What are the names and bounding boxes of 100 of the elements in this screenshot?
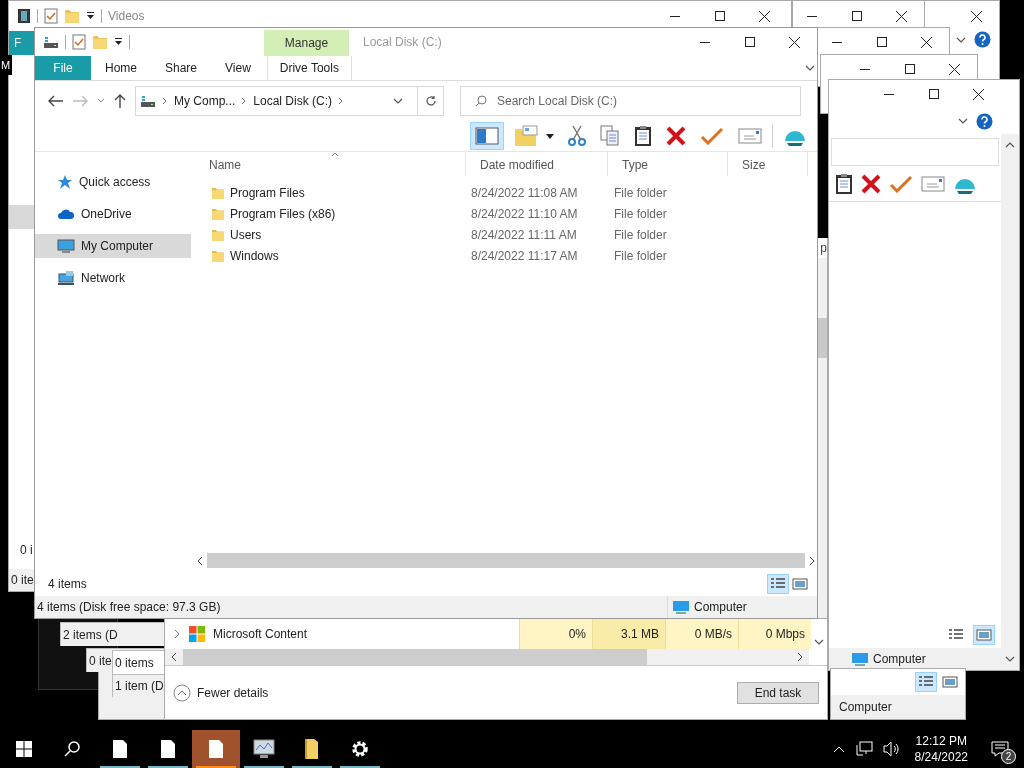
date-modified: 8/24/2022 11:17 AM [470,247,579,265]
close-icon[interactable] [921,36,932,48]
scroll-right-icon[interactable] [809,555,815,566]
help-icon[interactable] [976,112,993,130]
address-dropdown-icon[interactable] [393,98,403,104]
cloud-icon [57,208,75,220]
close-icon[interactable] [949,63,960,75]
close-icon[interactable] [896,10,907,22]
ribbon-tab[interactable]: Share [151,56,212,80]
delete-icon[interactable] [861,173,881,194]
status-text: 2 items (D [63,626,118,644]
sidebar-item[interactable]: My Computer [35,234,191,258]
envelope-icon[interactable] [921,175,945,192]
caret-icon[interactable] [86,12,95,20]
maximize-icon[interactable] [928,89,939,99]
file-row[interactable]: Program Files 8/24/2022 11:08 AM File folder [195,182,817,203]
chevron-down-icon[interactable] [805,65,815,71]
preview-pane-icon[interactable] [475,127,499,145]
file-row[interactable]: Windows 8/24/2022 11:17 AM File folder [195,245,817,266]
chevron-up-icon[interactable] [832,745,845,753]
recent-caret-icon[interactable] [95,97,107,105]
search-field[interactable]: Search Local Disk (C:) [460,86,801,116]
window-text: M [1,57,11,73]
clipboard-icon[interactable] [835,172,853,195]
breadcrumb[interactable]: My Comp... [174,92,236,110]
caret-icon[interactable] [114,38,123,46]
table-cell: 3.1 MB [592,619,665,649]
folder-icon [64,7,80,25]
breadcrumb-separator-icon[interactable] [162,97,168,105]
properties-icon[interactable] [72,34,86,50]
date-modified: 8/24/2022 11:11 AM [470,226,578,244]
sidebar-item[interactable]: Quick access [35,170,191,194]
maximize-icon[interactable] [714,11,725,21]
film-icon [17,8,31,24]
envelope-icon[interactable] [738,128,762,144]
drive-icon [140,94,156,108]
context-tab-header[interactable]: Manage [264,30,349,56]
process-row[interactable]: Microsoft Content [165,619,519,649]
checkmark-icon[interactable] [889,174,913,193]
clock[interactable]: 12:12 PM 8/24/2022 [910,733,972,765]
refresh-icon[interactable] [424,95,437,107]
close-icon[interactable] [759,10,770,22]
expand-icon[interactable] [173,629,181,639]
search-icon [64,741,80,757]
file-type: File folder [613,184,668,202]
date-modified: 8/24/2022 11:08 AM [470,184,579,202]
scroll-left-icon[interactable] [171,652,177,662]
help-icon[interactable] [974,31,991,48]
address-bar[interactable]: My Comp... Local Disk (C:) [135,86,444,116]
notification-badge: 2 [1001,749,1016,764]
dropdown-caret-icon[interactable] [546,133,554,139]
close-icon[interactable] [789,36,800,48]
monitor-icon [57,238,75,254]
column-header: p [820,240,827,257]
scroll-right-icon[interactable] [797,652,803,662]
column-header[interactable]: Date modified [466,152,608,176]
end-task-button[interactable]: End task [737,681,819,704]
status-text: 0 ite [11,572,34,589]
sidebar-item[interactable]: Network [35,266,191,290]
collapse-icon[interactable] [173,683,191,702]
star-icon [57,174,73,190]
file-row[interactable]: Users 8/24/2022 11:11 AM File folder [195,224,817,245]
window-title: Local Disk (C:) [363,34,442,51]
document-icon [160,739,176,759]
properties-icon[interactable] [44,8,58,24]
chevron-down-icon[interactable] [956,36,966,43]
search-input[interactable]: Search Local Disk (C:) [497,92,800,110]
volume-icon[interactable] [882,741,901,757]
document-icon [112,739,128,759]
network-icon[interactable] [854,741,873,757]
checkmark-icon[interactable] [700,127,724,145]
sidebar-item[interactable]: OneDrive [35,202,191,226]
scroll-down-icon[interactable] [1005,656,1015,662]
scroll-left-icon[interactable] [197,555,203,566]
scroll-up-icon[interactable] [1005,142,1015,148]
maximize-icon[interactable] [851,11,862,21]
file-row[interactable]: Program Files (x86) 8/24/2022 11:10 AM File folder [195,203,817,224]
column-header[interactable]: Type [608,152,728,176]
status-text: 0 items [115,654,154,672]
maximize-icon[interactable] [904,64,915,74]
scroll-down-icon[interactable] [814,639,824,645]
column-header[interactable]: Size [728,152,808,176]
folder-icon [304,738,320,760]
sort-caret-icon [331,152,339,157]
preview-pane-button[interactable] [470,122,504,150]
notification-button[interactable]: 2 [982,730,1018,768]
close-icon[interactable] [971,10,982,22]
maximize-icon[interactable] [744,37,755,47]
breadcrumb-separator-icon[interactable] [241,97,248,105]
breadcrumb-separator-icon[interactable] [338,97,345,105]
ribbon-tab[interactable]: View [211,56,265,80]
file-name: Program Files [230,184,305,202]
status-text: 1 item (Di [115,678,165,695]
close-icon[interactable] [973,88,984,100]
breadcrumb[interactable]: Local Disk (C:) [253,92,333,110]
column-header[interactable]: Name [195,152,466,176]
ribbon-tab[interactable]: Home [91,56,151,80]
fewer-details-link[interactable]: Fewer details [197,683,269,702]
maximize-icon[interactable] [876,37,887,47]
chevron-down-icon[interactable] [958,118,968,124]
